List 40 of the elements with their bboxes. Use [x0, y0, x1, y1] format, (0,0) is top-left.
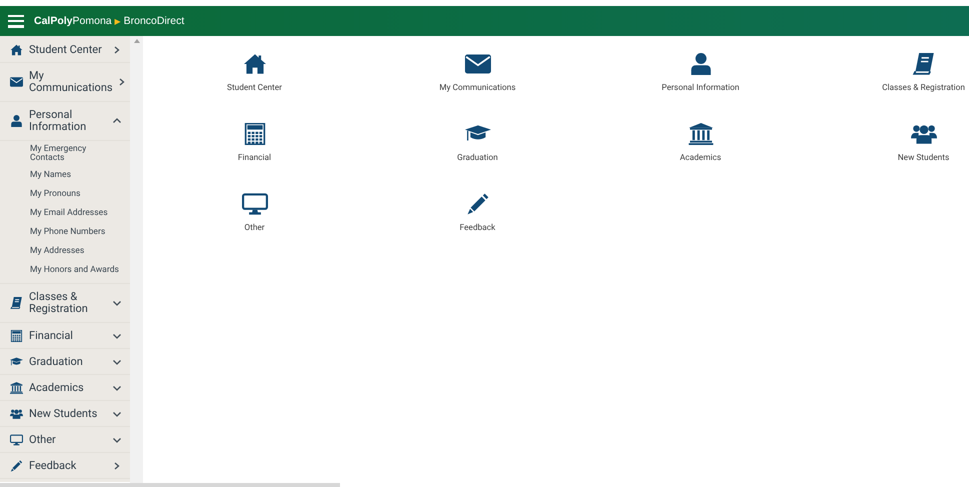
tile-label[interactable]: Classes & Registration [882, 83, 965, 93]
book-icon [10, 297, 23, 309]
calculator-icon [10, 330, 23, 342]
columned-building-icon [10, 382, 23, 394]
group-of-people-icon[interactable] [910, 123, 936, 147]
house-icon [10, 44, 23, 56]
brand-logo-text: CalPolyPomona [34, 15, 112, 27]
monitor-icon[interactable] [242, 193, 268, 217]
columned-building-icon[interactable] [688, 123, 714, 147]
monitor-icon [10, 434, 23, 446]
sidebar-subitem[interactable]: My Pronouns [0, 186, 130, 205]
person-icon [10, 115, 23, 127]
tile-label[interactable]: Other [244, 223, 265, 233]
graduation-cap-icon [10, 356, 23, 368]
tile-label[interactable]: New Students [898, 153, 950, 163]
menu-icon[interactable] [8, 14, 24, 28]
pencil-icon [10, 460, 23, 472]
tile-label[interactable]: Academics [680, 153, 722, 163]
horizontal-scrollbar[interactable] [0, 483, 340, 487]
group-of-people-icon [10, 408, 23, 420]
sidebar-subitem[interactable]: My Names [0, 167, 130, 186]
breadcrumb-separator: ▶ [114, 16, 121, 26]
tile-label[interactable]: Feedback [460, 223, 496, 233]
app-name[interactable]: BroncoDirect [124, 15, 184, 27]
sidebar-subitem[interactable]: My Email Addresses [0, 205, 130, 224]
tile-label[interactable]: Student Center [227, 83, 282, 93]
house-icon[interactable] [242, 53, 268, 77]
tile-label[interactable]: My Communications [439, 83, 516, 93]
envelope-icon [10, 76, 23, 88]
sidebar-subitem[interactable]: My Emergency Contacts [0, 141, 130, 167]
chevron-right-icon [112, 462, 122, 470]
tile-label[interactable]: Graduation [457, 153, 498, 163]
tile-label[interactable]: Personal Information [662, 83, 740, 93]
sidebar-subitem[interactable]: My Phone Numbers [0, 224, 130, 243]
chevron-right-icon [112, 46, 122, 54]
book-icon[interactable] [910, 53, 936, 77]
pencil-icon[interactable] [464, 193, 490, 217]
tile-label[interactable]: Financial [238, 153, 272, 163]
sidebar-subitem[interactable]: My Honors and Awards [0, 262, 130, 281]
sidebar-subitem[interactable]: My Addresses [0, 243, 130, 262]
